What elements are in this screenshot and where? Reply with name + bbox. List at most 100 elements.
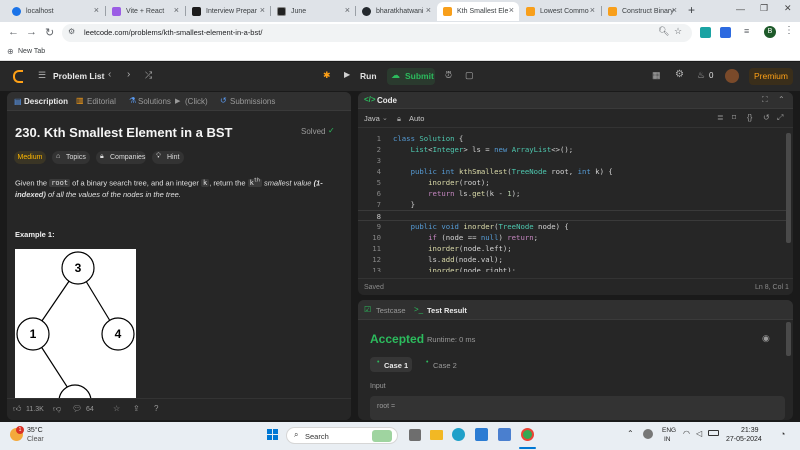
- close-icon[interactable]: ×: [94, 5, 99, 15]
- more-menu-icon[interactable]: ⋮: [784, 25, 794, 36]
- bookmark-icon[interactable]: ⌑: [732, 113, 736, 122]
- tab-submissions[interactable]: Submissions: [230, 97, 275, 106]
- run-button[interactable]: Run: [360, 71, 377, 81]
- layout-icon[interactable]: ▦: [652, 70, 661, 81]
- share-icon[interactable]: ⇪: [133, 404, 140, 413]
- region-indicator[interactable]: IN: [664, 436, 671, 443]
- close-icon[interactable]: ×: [426, 5, 431, 15]
- notes-icon[interactable]: ▢: [465, 70, 474, 81]
- timer-icon[interactable]: ⏰︎: [445, 70, 452, 81]
- close-icon[interactable]: ×: [345, 5, 350, 15]
- forward-icon[interactable]: →: [26, 26, 37, 38]
- format-icon[interactable]: ≣: [717, 113, 724, 122]
- hint-button[interactable]: 💡︎ Hint: [152, 151, 184, 164]
- taskbar-search[interactable]: ⌕ Search: [286, 427, 398, 444]
- debug-icon[interactable]: ✱: [323, 70, 331, 81]
- settings-gear-icon[interactable]: ⚙: [675, 69, 684, 80]
- close-icon[interactable]: ×: [174, 5, 179, 15]
- app-icon[interactable]: [498, 428, 511, 441]
- extension-icon[interactable]: [720, 27, 731, 38]
- site-info-icon[interactable]: ⚙: [68, 27, 75, 36]
- tab-solutions[interactable]: Solutions: [138, 97, 171, 106]
- case-1-tab[interactable]: • Case 1: [370, 357, 412, 372]
- browser-tab[interactable]: Interview Prepar ×: [186, 2, 270, 21]
- browser-tab[interactable]: Lowest Commo ×: [520, 2, 600, 21]
- language-indicator[interactable]: ENG: [662, 427, 676, 434]
- close-icon[interactable]: ×: [590, 5, 595, 15]
- battery-icon[interactable]: [708, 430, 719, 436]
- bookmark-star-icon[interactable]: ☆: [674, 26, 682, 37]
- leetcode-logo-icon[interactable]: [13, 70, 23, 83]
- prev-problem-icon[interactable]: ‹: [108, 69, 111, 80]
- problem-list-link[interactable]: Problem List: [53, 71, 104, 81]
- browser-tab[interactable]: localhost ×: [6, 2, 104, 21]
- next-problem-icon[interactable]: ›: [127, 69, 130, 80]
- maximize-button[interactable]: ❐: [760, 3, 768, 14]
- chrome-icon[interactable]: [521, 428, 534, 441]
- shuffle-icon[interactable]: ⤮: [145, 70, 152, 81]
- vscode-icon[interactable]: [475, 428, 488, 441]
- clock-time[interactable]: 21:39: [741, 427, 759, 434]
- tab-click[interactable]: (Click): [185, 97, 208, 106]
- favorite-star-icon[interactable]: ☆: [113, 404, 120, 413]
- back-icon[interactable]: ←: [8, 26, 19, 38]
- thumbs-up-icon[interactable]: 👍︎: [13, 404, 21, 414]
- close-icon[interactable]: ×: [672, 5, 677, 15]
- chevron-down-icon[interactable]: ⌄: [382, 114, 388, 122]
- avatar[interactable]: [725, 69, 739, 83]
- browser-tab[interactable]: June ×: [271, 2, 355, 21]
- code-tab[interactable]: Code: [377, 96, 397, 105]
- zoom-icon[interactable]: 🔍︎: [658, 26, 669, 37]
- code-editor[interactable]: 1 class Solution { 2 List<Integer> ls = n…: [358, 133, 786, 272]
- tab-list-icon[interactable]: ≡: [744, 26, 749, 36]
- windows-start-icon[interactable]: [267, 429, 279, 441]
- language-select[interactable]: Java: [364, 114, 380, 123]
- browser-tab[interactable]: Construct Binary ×: [602, 2, 682, 21]
- weather-condition[interactable]: Clear: [27, 436, 44, 443]
- tab-editorial[interactable]: Editorial: [87, 97, 116, 106]
- close-icon[interactable]: ×: [509, 5, 514, 15]
- browser-tab-active[interactable]: Kth Smallest Ele ×: [437, 2, 519, 21]
- submit-button[interactable]: ☁ Submit: [387, 68, 435, 85]
- new-tab-button[interactable]: +: [688, 3, 695, 17]
- avatar[interactable]: B: [764, 26, 776, 38]
- help-icon[interactable]: ?: [154, 404, 158, 413]
- auto-mode[interactable]: Auto: [409, 114, 424, 123]
- extension-icon[interactable]: [700, 27, 711, 38]
- editor-scrollbar[interactable]: [786, 133, 791, 243]
- thumbs-down-icon[interactable]: 👎︎: [53, 404, 61, 414]
- task-view-icon[interactable]: [409, 429, 421, 441]
- temperature[interactable]: 35°C: [27, 427, 43, 434]
- eye-icon[interactable]: ◉: [762, 333, 770, 344]
- premium-button[interactable]: Premium: [749, 68, 793, 85]
- reset-icon[interactable]: ↺: [763, 113, 770, 122]
- expand-icon[interactable]: ⛶: [762, 95, 768, 105]
- minimize-button[interactable]: —: [736, 4, 745, 14]
- bookmark-item[interactable]: New Tab: [18, 48, 45, 55]
- browser-tab[interactable]: Vite + React ×: [106, 2, 184, 21]
- reload-icon[interactable]: ↻: [45, 26, 54, 39]
- collapse-icon[interactable]: ⌃: [778, 95, 785, 104]
- tab-testcase[interactable]: Testcase: [376, 306, 406, 315]
- topics-button[interactable]: ⌂ Topics: [52, 151, 90, 164]
- edge-icon[interactable]: [452, 428, 465, 441]
- url-text[interactable]: leetcode.com/problems/kth-smallest-eleme…: [84, 28, 262, 37]
- fullscreen-icon[interactable]: ⤢: [777, 113, 783, 123]
- streak-count[interactable]: 0: [709, 71, 713, 80]
- companies-button[interactable]: 🔒︎ Companies: [96, 151, 146, 164]
- braces-icon[interactable]: {}: [747, 113, 752, 122]
- url-bar[interactable]: ⚙ leetcode.com/problems/kth-smallest-ele…: [62, 24, 692, 42]
- case-2-tab[interactable]: • Case 2: [419, 357, 461, 372]
- tray-chevron-icon[interactable]: ⌃: [627, 429, 634, 438]
- speaker-icon[interactable]: ◁: [696, 429, 702, 438]
- problem-title[interactable]: 230. Kth Smallest Element in a BST: [15, 125, 232, 140]
- wifi-icon[interactable]: ◠: [683, 429, 690, 438]
- notification-bell-icon[interactable]: ◔: [780, 429, 785, 439]
- tray-app-icon[interactable]: [643, 429, 653, 439]
- clock-date[interactable]: 27-05-2024: [726, 436, 762, 443]
- tab-description[interactable]: Description: [24, 97, 68, 106]
- window-close-button[interactable]: ✕: [784, 3, 792, 14]
- tab-test-result[interactable]: Test Result: [427, 306, 467, 315]
- close-icon[interactable]: ×: [260, 5, 265, 15]
- comment-icon[interactable]: 💬︎: [72, 404, 82, 413]
